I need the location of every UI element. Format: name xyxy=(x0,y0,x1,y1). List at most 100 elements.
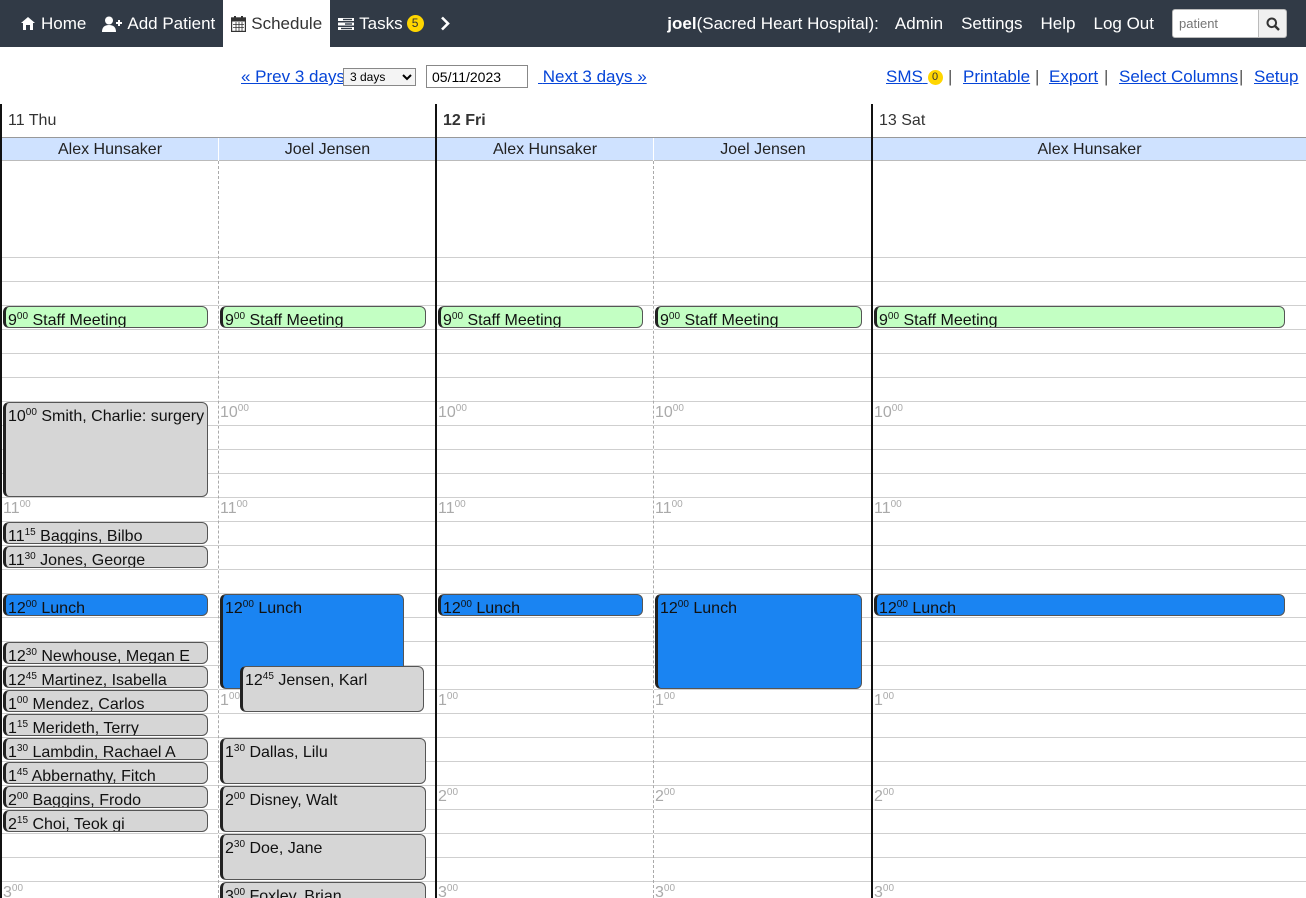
nav-settings[interactable]: Settings xyxy=(961,14,1022,34)
time-grid-line xyxy=(437,257,653,258)
appointment[interactable]: 1200 Lunch xyxy=(438,594,643,616)
time-grid-line xyxy=(873,809,1306,810)
sms-link[interactable]: SMS 0 xyxy=(886,67,943,87)
appointment[interactable]: 200 Disney, Walt xyxy=(220,786,426,832)
minute-number: 00 xyxy=(672,403,684,414)
provider-header[interactable]: Alex Hunsaker xyxy=(2,138,218,161)
appointment-title: Baggins, Frodo xyxy=(28,792,141,808)
time-grid-line xyxy=(873,473,1306,474)
hour-number: 3 xyxy=(874,884,883,898)
printable-link[interactable]: Printable xyxy=(963,67,1030,87)
search-button[interactable] xyxy=(1259,9,1287,38)
hour-label: 1000 xyxy=(655,403,684,422)
nav-add-patient[interactable]: Add Patient xyxy=(94,0,223,47)
patient-search-input[interactable] xyxy=(1172,9,1259,38)
appointment-hour: 2 xyxy=(8,792,17,808)
appointment[interactable]: 1000 Smith, Charlie: surgery xyxy=(3,402,208,497)
appointment-title: Staff Meeting xyxy=(463,312,562,328)
setup-link[interactable]: Setup xyxy=(1254,67,1298,87)
provider-header[interactable]: Joel Jensen xyxy=(219,138,436,161)
time-grid-line xyxy=(873,857,1306,858)
time-grid-line xyxy=(654,881,872,882)
sms-count-badge: 0 xyxy=(927,70,943,86)
nav-more[interactable] xyxy=(432,0,463,47)
appointment[interactable]: 900 Staff Meeting xyxy=(3,306,208,328)
appointment-hour: 1 xyxy=(8,720,17,736)
appointment[interactable]: 1230 Newhouse, Megan E xyxy=(3,642,208,664)
appointment-hour: 9 xyxy=(879,312,888,328)
nav-admin[interactable]: Admin xyxy=(895,14,943,34)
appointment[interactable]: 1115 Baggins, Bilbo xyxy=(3,522,208,544)
time-grid-line xyxy=(654,833,872,834)
appointment[interactable]: 115 Merideth, Terry xyxy=(3,714,208,736)
time-grid-line xyxy=(437,785,653,786)
appointment[interactable]: 900 Staff Meeting xyxy=(655,306,862,328)
appointment-hour: 9 xyxy=(660,312,669,328)
select-columns-link[interactable]: Select Columns xyxy=(1119,67,1238,87)
nav-tasks[interactable]: Tasks 5 xyxy=(330,0,431,47)
next-link-label: Next 3 days » xyxy=(542,67,647,86)
time-grid-line xyxy=(873,569,1306,570)
appointment[interactable]: 300 Foxley, Brian xyxy=(220,882,426,898)
time-grid-line xyxy=(2,617,218,618)
time-grid-line xyxy=(873,425,1306,426)
nav-add-patient-label: Add Patient xyxy=(127,13,216,33)
appointment[interactable]: 900 Staff Meeting xyxy=(438,306,643,328)
appointment[interactable]: 1200 Lunch xyxy=(655,594,862,689)
appointment[interactable]: 230 Doe, Jane xyxy=(220,834,426,880)
appointment-title: Jensen, Karl xyxy=(273,672,368,689)
nav-schedule[interactable]: Schedule xyxy=(223,0,331,47)
provider-divider xyxy=(653,161,654,898)
appointment[interactable]: 145 Abbernathy, Fitch xyxy=(3,762,208,784)
appointment[interactable]: 130 Lambdin, Rachael A xyxy=(3,738,208,760)
time-grid-line xyxy=(654,257,872,258)
appointment-hour: 3 xyxy=(225,888,234,898)
appointment-minute: 00 xyxy=(233,791,246,802)
appointment-title: Doe, Jane xyxy=(245,840,323,857)
user-plus-icon xyxy=(102,16,123,32)
hour-number: 11 xyxy=(655,500,672,517)
appointment[interactable]: 900 Staff Meeting xyxy=(874,306,1285,328)
time-grid-line xyxy=(437,617,653,618)
time-grid-line xyxy=(654,353,872,354)
nav-schedule-label: Schedule xyxy=(251,13,323,33)
time-grid-line xyxy=(654,809,872,810)
time-grid-line xyxy=(437,401,653,402)
appointment[interactable]: 130 Dallas, Lilu xyxy=(220,738,426,784)
appointment[interactable]: 1200 Lunch xyxy=(874,594,1285,616)
time-grid-line xyxy=(437,425,653,426)
time-grid-line xyxy=(219,425,436,426)
time-grid-line xyxy=(654,329,872,330)
appointment[interactable]: 1130 Jones, George xyxy=(3,546,208,568)
prev-link[interactable]: « Prev 3 days xyxy=(241,67,345,87)
appointment-title: Mendez, Carlos xyxy=(28,696,145,712)
appointment[interactable]: 1245 Martinez, Isabella xyxy=(3,666,208,688)
appointment-minute: 30 xyxy=(24,551,36,562)
appointment[interactable]: 100 Mendez, Carlos xyxy=(3,690,208,712)
provider-header[interactable]: Joel Jensen xyxy=(654,138,872,161)
appointment-title: Staff Meeting xyxy=(28,312,127,328)
appointment[interactable]: 1245 Jensen, Karl xyxy=(240,666,424,712)
hour-label: 200 xyxy=(874,787,894,806)
appointment[interactable]: 1200 Lunch xyxy=(3,594,208,616)
nav-logout[interactable]: Log Out xyxy=(1094,14,1155,34)
appointment[interactable]: 900 Staff Meeting xyxy=(220,306,426,328)
appointment[interactable]: 200 Baggins, Frodo xyxy=(3,786,208,808)
provider-header[interactable]: Alex Hunsaker xyxy=(873,138,1306,161)
appointment-title: Lunch xyxy=(907,600,956,616)
appointment-title: Staff Meeting xyxy=(680,312,779,328)
provider-header[interactable]: Alex Hunsaker xyxy=(437,138,653,161)
time-grid-line xyxy=(219,353,436,354)
nav-help[interactable]: Help xyxy=(1041,14,1076,34)
date-input[interactable] xyxy=(426,65,528,88)
appointment-hour: 2 xyxy=(225,792,234,809)
nav-home[interactable]: Home xyxy=(12,0,94,47)
next-link[interactable]: Next 3 days » xyxy=(538,67,647,87)
time-grid-line xyxy=(873,377,1306,378)
tasks-count-badge: 5 xyxy=(406,15,424,32)
range-select[interactable]: 3 days xyxy=(343,68,416,86)
export-link[interactable]: Export xyxy=(1049,67,1098,87)
hour-number: 2 xyxy=(438,788,447,805)
appointment-minute: 15 xyxy=(16,815,29,826)
appointment[interactable]: 215 Choi, Teok gi xyxy=(3,810,208,832)
